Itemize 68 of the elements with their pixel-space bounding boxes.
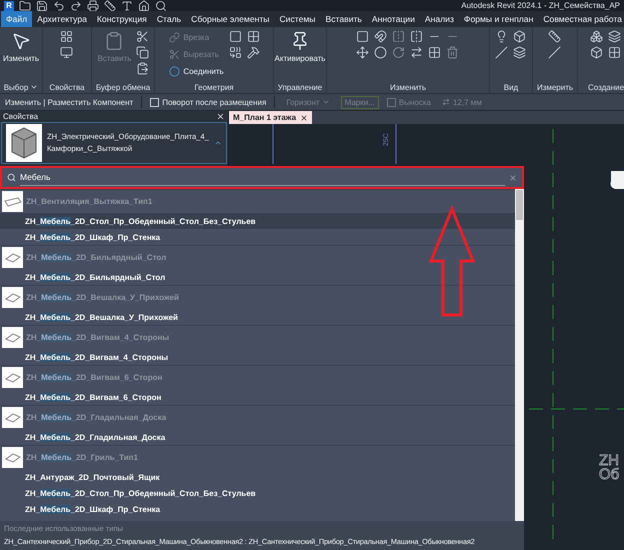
ribbon-button[interactable]: Изменить	[0, 30, 42, 64]
furniture-sketch-icon	[4, 290, 22, 304]
clear-icon[interactable]	[509, 174, 517, 182]
print-icon[interactable]	[87, 0, 99, 12]
copy-icon[interactable]	[136, 46, 150, 59]
ribbon-tab[interactable]: Файл	[1, 11, 32, 27]
pointer-icon[interactable]	[11, 31, 31, 51]
save-icon[interactable]	[36, 0, 48, 12]
caret-icon[interactable]	[214, 139, 222, 147]
undo-icon[interactable]	[53, 0, 65, 12]
ribbon-button[interactable]: Активировать	[274, 30, 326, 64]
ribbon-tab[interactable]: Архитектура	[32, 11, 92, 27]
panel-label: Буфер обмена	[96, 82, 150, 92]
close-icon[interactable]	[300, 114, 308, 122]
scrollbar[interactable]	[515, 189, 524, 521]
ribbon-tab[interactable]: Аннотации	[366, 11, 420, 27]
ribbon-button[interactable]: Соединить	[167, 64, 226, 78]
ribbon-tab[interactable]: Системы	[274, 11, 320, 27]
furniture-sketch-icon	[4, 370, 22, 384]
furniture-sketch-icon	[4, 410, 22, 424]
home-icon[interactable]	[138, 0, 150, 12]
lightbulb-icon[interactable]	[495, 30, 508, 43]
ribbon-tab[interactable]: Сборные элементы	[186, 11, 274, 27]
window-title: Autodesk Revit 2024.1 - ZH_Семейства_АР	[461, 1, 620, 10]
measure-icon[interactable]	[104, 0, 116, 12]
rotate-icon[interactable]	[392, 46, 405, 59]
panel-label: Геометрия	[194, 82, 234, 92]
paste-icon[interactable]	[136, 62, 150, 75]
panel-label: Управление	[278, 82, 322, 92]
ribbon-tab[interactable]: Сталь	[152, 11, 186, 27]
panel-title: Свойства	[3, 112, 38, 121]
text-icon[interactable]	[121, 0, 133, 12]
context-label: Изменить | Разместить Компонент	[5, 98, 134, 106]
cube-icon[interactable]	[513, 30, 526, 43]
move-icon[interactable]	[356, 46, 369, 59]
search-field[interactable]: Мебель	[20, 169, 505, 186]
panel-label: Изменить	[390, 82, 426, 92]
delete-icon[interactable]	[446, 46, 459, 59]
ribbon-tab[interactable]: Совместная работа	[538, 11, 624, 27]
furniture-sketch-icon	[4, 194, 22, 208]
close-icon[interactable]	[216, 112, 225, 121]
layers-icon[interactable]	[513, 46, 526, 59]
cube-thumbnail-icon	[9, 125, 39, 161]
type-row[interactable]: ZH_Мебель_2D_Стол_Пр_Обеденный_Стол_Без_Стульев	[0, 213, 515, 229]
ribbon-tab[interactable]: Формы и генплан	[458, 11, 538, 27]
furniture-sketch-icon	[4, 330, 22, 344]
panel-label: Выбор	[4, 82, 28, 92]
furniture-sketch-icon	[4, 450, 22, 464]
panel-label: Вид	[504, 82, 518, 92]
ribbon-tab[interactable]: Вставить	[320, 11, 367, 27]
redo-icon[interactable]	[70, 0, 82, 12]
ribbon-tab[interactable]: Анализ	[420, 11, 459, 27]
ribbon-tab[interactable]: Конструкция	[92, 11, 152, 27]
app-logo[interactable]: R	[4, 0, 14, 10]
rotate-checkbox[interactable]: Поворот после размещения	[150, 98, 266, 106]
furniture-sketch-icon	[4, 250, 22, 264]
view-tab[interactable]: М_План 1 этажа	[229, 111, 312, 124]
open-folder-icon[interactable]	[19, 0, 31, 12]
ruler-icon[interactable]	[548, 30, 561, 43]
panel-label: Создание	[588, 82, 624, 92]
boxes-icon[interactable]	[590, 30, 603, 43]
panel-label: Свойства	[49, 82, 85, 92]
search-icon[interactable]	[155, 0, 167, 12]
dropdown-caret-icon[interactable]	[30, 83, 38, 91]
panel-label: Измерить	[536, 82, 574, 92]
search-icon	[7, 173, 16, 182]
cut-icon[interactable]	[136, 30, 150, 43]
line-icon[interactable]	[495, 46, 508, 59]
